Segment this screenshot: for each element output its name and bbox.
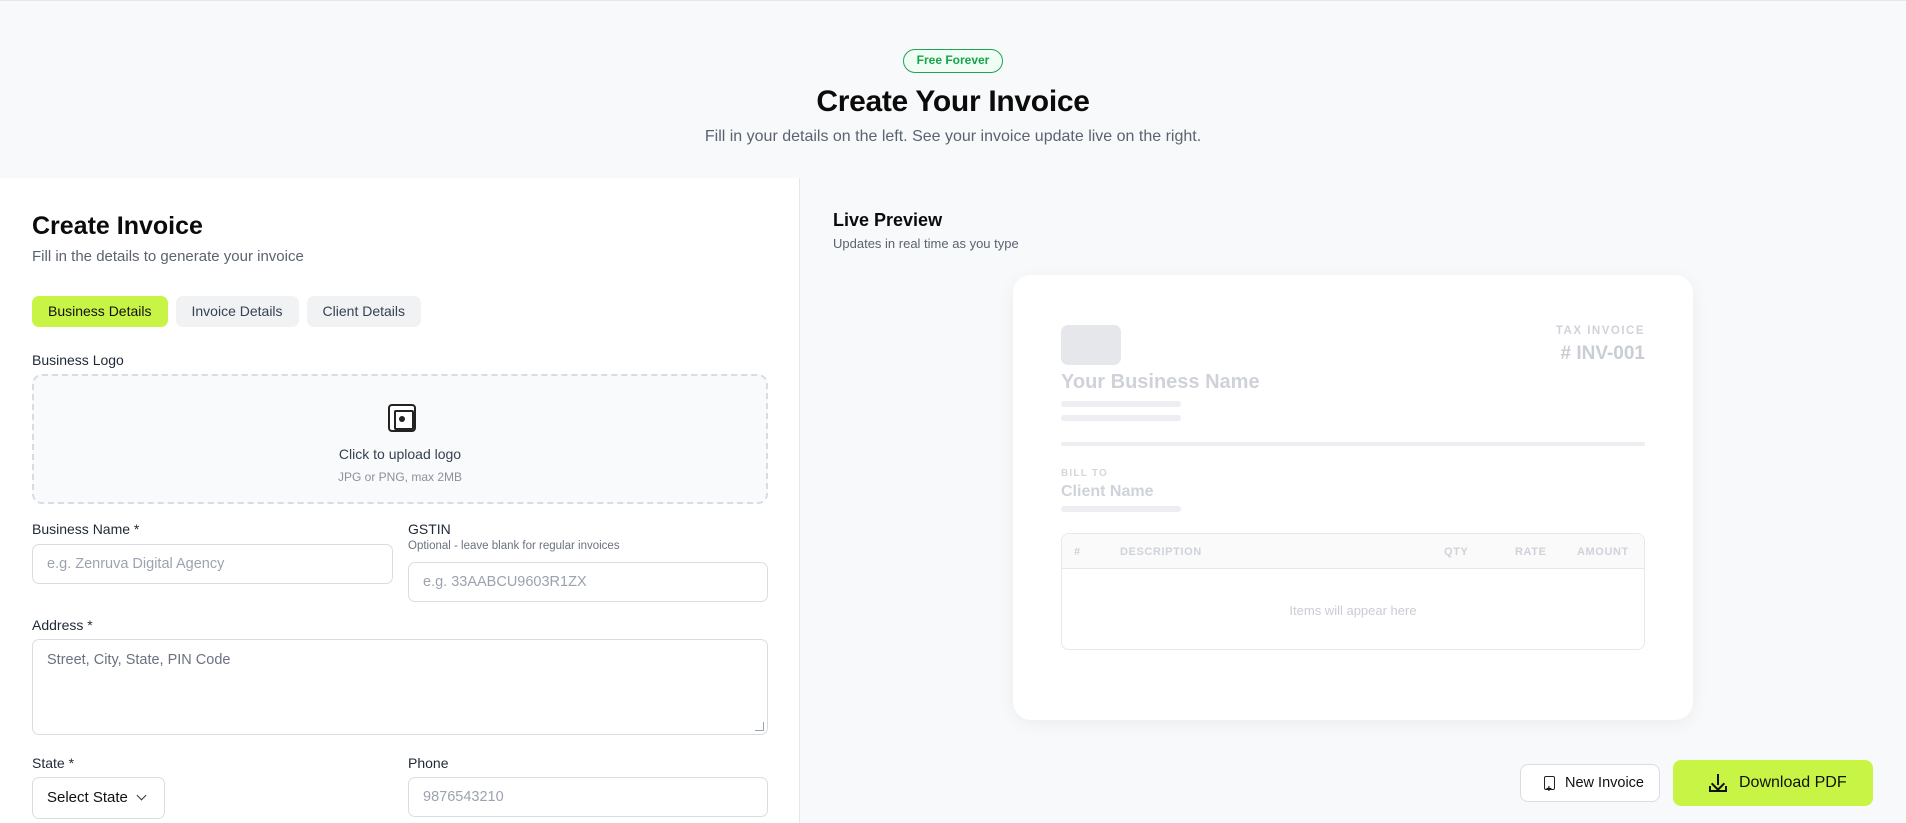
- state-select-value: Select State: [47, 789, 128, 806]
- gstin-label: GSTIN: [408, 521, 451, 537]
- tab-business-details[interactable]: Business Details: [32, 296, 168, 327]
- image-icon: [388, 404, 416, 432]
- address-line-placeholder: [1061, 401, 1181, 407]
- download-pdf-button[interactable]: Download PDF: [1673, 760, 1873, 806]
- state-label: State *: [32, 755, 75, 771]
- preview-business-name: Your Business Name: [1061, 371, 1260, 393]
- items-empty-text: Items will appear here: [1289, 603, 1417, 618]
- logo-upload-dropzone[interactable]: Click to upload logo JPG or PNG, max 2MB: [32, 374, 768, 504]
- chevron-down-icon: [136, 790, 147, 801]
- download-tray-icon: [1709, 786, 1727, 792]
- form-subtitle: Fill in the details to generate your inv…: [32, 248, 304, 265]
- client-line-placeholder: [1061, 506, 1181, 512]
- gstin-input[interactable]: e.g. 33AABCU9603R1ZX: [408, 562, 768, 602]
- form-tabs: Business Details Invoice Details Client …: [32, 296, 422, 327]
- tax-invoice-label: TAX INVOICE: [1555, 325, 1645, 337]
- col-rate: RATE: [1515, 546, 1547, 558]
- invoice-preview-card: TAX INVOICE # INV-001 Your Business Name…: [1013, 275, 1693, 720]
- tab-invoice-details[interactable]: Invoice Details: [175, 296, 299, 327]
- invoice-form-panel: Create Invoice Fill in the details to ge…: [0, 178, 800, 823]
- address-label: Address *: [32, 617, 93, 633]
- upload-logo-text: Click to upload logo: [338, 446, 462, 462]
- col-index: #: [1074, 546, 1081, 558]
- form-title: Create Invoice: [32, 212, 203, 240]
- business-name-input[interactable]: e.g. Zenruva Digital Agency: [32, 544, 393, 584]
- items-table-header: # DESCRIPTION QTY RATE AMOUNT: [1062, 534, 1644, 569]
- gstin-hint: Optional - leave blank for regular invoi…: [408, 540, 620, 552]
- address-line-placeholder: [1061, 415, 1181, 421]
- phone-label: Phone: [408, 755, 449, 771]
- bill-to-label: BILL TO: [1061, 468, 1108, 479]
- business-logo-label: Business Logo: [32, 352, 124, 368]
- state-select[interactable]: Select State: [32, 777, 165, 819]
- preview-subtitle: Updates in real time as you type: [833, 236, 1019, 251]
- address-textarea[interactable]: Street, City, State, PIN Code: [32, 639, 768, 735]
- hero-section: Free Forever Create Your Invoice Fill in…: [0, 1, 1906, 178]
- phone-input[interactable]: 9876543210: [408, 777, 768, 817]
- preview-title: Live Preview: [833, 210, 943, 230]
- preview-client-name: Client Name: [1061, 483, 1154, 500]
- new-invoice-button[interactable]: New Invoice: [1520, 764, 1660, 808]
- page-title: Create Your Invoice: [816, 85, 1090, 118]
- preview-divider: [1061, 442, 1645, 446]
- page-subtitle: Fill in your details on the left. See yo…: [704, 128, 1202, 145]
- invoice-number: # INV-001: [1560, 343, 1646, 364]
- col-qty: QTY: [1444, 546, 1469, 558]
- new-invoice-label: New Invoice: [1565, 775, 1644, 791]
- logo-placeholder: [1061, 325, 1121, 365]
- new-document-icon: [1544, 772, 1555, 808]
- business-name-label: Business Name *: [32, 521, 140, 537]
- col-description: DESCRIPTION: [1120, 546, 1202, 558]
- download-pdf-label: Download PDF: [1739, 774, 1847, 791]
- free-forever-badge: Free Forever: [903, 49, 1003, 73]
- col-amount: AMOUNT: [1577, 546, 1629, 558]
- items-table: # DESCRIPTION QTY RATE AMOUNT Items will…: [1061, 533, 1645, 650]
- tab-client-details[interactable]: Client Details: [306, 296, 422, 327]
- upload-logo-hint: JPG or PNG, max 2MB: [337, 470, 463, 484]
